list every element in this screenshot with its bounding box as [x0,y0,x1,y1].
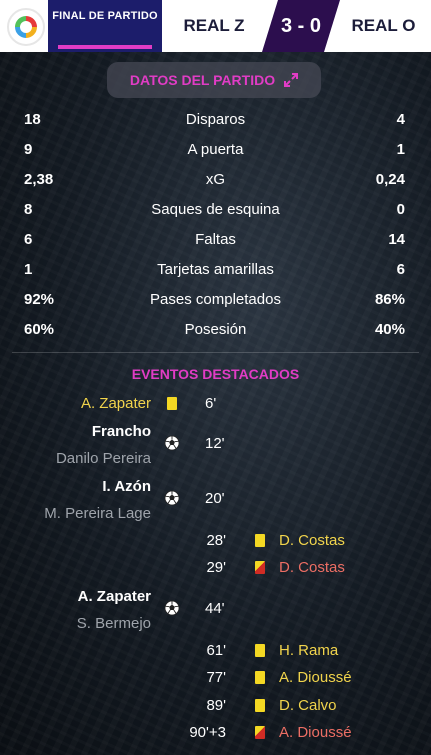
event-player-name: I. Azón [102,478,151,495]
final-score: 3 - 0 [262,0,340,52]
match-status-badge: FINAL DE PARTIDO [48,0,162,52]
event-row: 89' D. Calvo [0,697,431,721]
event-player-name: A. Dioussé [279,669,352,686]
event-minute: 28' [206,532,226,549]
event-row: A. Zapater S. Bermejo 44' [0,588,431,636]
stat-row: 8 Saques de esquina 0 [0,201,431,225]
match-header: FINAL DE PARTIDO REAL Z 3 - 0 REAL O [0,0,431,52]
yellow-card-icon [255,671,265,684]
status-underline [58,45,152,49]
yellow-card-icon [167,397,177,410]
stat-away-value: 1 [396,141,405,158]
event-row: Francho Danilo Pereira 12' [0,423,431,471]
event-row: I. Azón M. Pereira Lage 20' [0,478,431,526]
stat-away-value: 86% [374,291,405,308]
match-status-label: FINAL DE PARTIDO [52,10,158,22]
stat-away-value: 6 [396,261,405,278]
stat-label: xG [205,171,226,188]
event-player-name: D. Costas [279,559,345,576]
home-team-name: REAL Z [162,0,266,52]
match-stats-label: DATOS DEL PARTIDO [129,72,276,88]
event-minute: 61' [206,642,226,659]
event-player-name: D. Costas [279,532,345,549]
red-card-icon [255,726,265,739]
stat-row: 18 Disparos 4 [0,111,431,135]
stat-away-value: 40% [374,321,405,338]
stat-row: 60% Posesión 40% [0,321,431,345]
stat-row: 2,38 xG 0,24 [0,171,431,195]
event-minute: 44' [205,600,225,617]
stat-row: 6 Faltas 14 [0,231,431,255]
stat-label: Posesión [184,321,247,338]
event-minute: 20' [205,490,225,507]
event-player-name: D. Calvo [279,697,337,714]
event-row: 61' H. Rama [0,642,431,666]
events-title: EVENTOS DESTACADOS [131,366,300,382]
yellow-card-icon [255,644,265,657]
away-team-name: REAL O [351,16,416,35]
event-row: 28' D. Costas [0,532,431,556]
event-player-name: A. Zapater [77,588,151,605]
event-assist-name: Danilo Pereira [55,450,151,467]
event-row: 29' D. Costas [0,559,431,583]
event-minute: 90'+3 [189,724,226,741]
event-minute: 12' [205,435,225,452]
stat-away-value: 14 [388,231,405,248]
match-stats-button[interactable]: DATOS DEL PARTIDO [107,62,321,98]
event-player-name: A. Zapater [80,395,151,412]
stat-label: Tarjetas amarillas [157,261,274,278]
stat-away-value: 4 [396,111,405,128]
section-divider [12,352,419,353]
stat-row: 9A puerta 1 [0,141,431,165]
event-row: A. Zapater 6' [0,395,431,419]
stat-label: Faltas [195,231,236,248]
red-card-icon [255,561,265,574]
stat-label: Pases completados [150,291,281,308]
event-minute: 89' [206,697,226,714]
yellow-card-icon [255,534,265,547]
stat-row: 1 Tarjetas amarillas 6 [0,261,431,285]
yellow-card-icon [255,699,265,712]
event-row: 77' A. Dioussé [0,669,431,693]
stat-row: 92% Pases completados 86% [0,291,431,315]
league-logo-icon [7,8,45,46]
event-player-name: A. Dioussé [279,724,352,741]
football-icon [164,435,180,451]
event-minute: 77' [206,669,226,686]
event-minute: 6' [205,395,217,412]
event-assist-name: S. Bermejo [76,615,151,632]
stat-label: A puerta [187,141,244,158]
event-player-name: Francho [91,423,151,440]
event-minute: 29' [206,559,226,576]
football-icon [164,490,180,506]
stat-away-value: 0 [396,201,405,218]
event-row: 90'+3 A. Dioussé [0,724,431,748]
expand-icon [284,73,299,87]
football-icon [164,600,180,616]
stat-label: Disparos [185,111,246,128]
stat-label: Saques de esquina [151,201,280,218]
event-assist-name: M. Pereira Lage [44,505,151,522]
stat-away-value: 0,24 [375,171,405,188]
event-player-name: H. Rama [279,642,339,659]
